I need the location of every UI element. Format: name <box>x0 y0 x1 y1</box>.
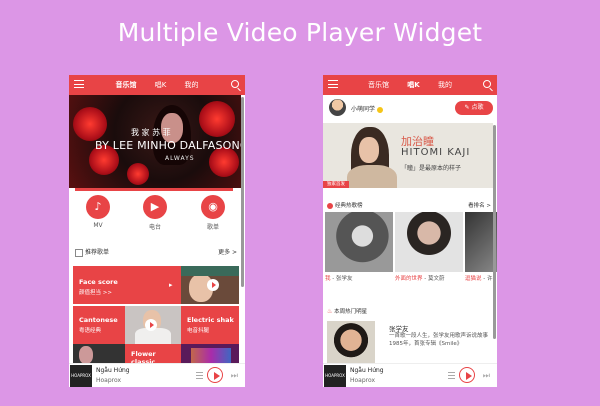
tile-title: Face score <box>79 278 118 286</box>
playlist-icon[interactable] <box>196 372 203 379</box>
song-caption: 我 - 张学友 <box>325 276 353 282</box>
phone-music-hall: 音乐馆 唱K 我的 我 家 苏 菲 BY LEE MINHO DALFASONG… <box>69 75 245 387</box>
featured-banner[interactable]: 我 家 苏 菲 BY LEE MINHO DALFASONG ALWAYS <box>69 95 241 188</box>
tab-karaoke[interactable]: 唱K <box>155 80 167 90</box>
section-title: 本周热门明星 <box>334 309 368 315</box>
tab-music-hall[interactable]: 音乐馆 <box>115 80 136 90</box>
section-title: 经典热歌榜 <box>335 203 363 209</box>
search-icon[interactable] <box>231 80 239 88</box>
now-playing-artist: Hoaprox <box>350 377 376 384</box>
mini-player: HOAPROX Ngẫu Hứng Hoaprox ⏭ <box>323 363 497 387</box>
user-name: 小萌同学 <box>351 104 384 113</box>
more-link[interactable]: 更多 > <box>218 247 237 256</box>
song-cover[interactable]: 外面的世界 - 莫文蔚 <box>395 212 463 282</box>
now-playing-artist: Hoaprox <box>96 377 122 384</box>
album-art[interactable]: HOAPROX <box>70 365 92 387</box>
exclusive-badge: 独家首发 <box>323 181 349 188</box>
featured-banner[interactable]: 加治瞳 HITOMI KAJI 「瞳」是最原本的样子 独家首发 <box>323 123 493 188</box>
banner-en-title: HITOMI KAJI <box>401 147 471 158</box>
tab-mine[interactable]: 我的 <box>185 80 199 90</box>
quick-link-label: 电台 <box>148 224 161 231</box>
tab-music-hall[interactable]: 音乐馆 <box>368 80 389 90</box>
playlist-tile-photo[interactable] <box>181 266 239 304</box>
playlist-tile[interactable]: Face score 颜值担当 >> ▸ <box>73 266 181 304</box>
tab-karaoke[interactable]: 唱K <box>407 80 419 90</box>
user-name-text: 小萌同学 <box>351 106 376 113</box>
tile-title: Cantonese <box>79 316 118 324</box>
banner-cn-title: 我 家 苏 菲 <box>131 128 171 137</box>
nav-tabs: 音乐馆 唱K 我的 <box>323 80 497 90</box>
banner-subtitle: 「瞳」是最原本的样子 <box>401 165 462 172</box>
top-nav-bar: 音乐馆 唱K 我的 <box>69 75 245 95</box>
next-icon[interactable]: ⏭ <box>483 371 490 381</box>
mini-player: HOAPROX Ngẫu Hứng Hoaprox ⏭ <box>69 363 245 387</box>
quick-link-mv[interactable]: ♪ MV <box>83 195 113 229</box>
artist-description: 一首歌一段人生，张学友用歌声诉说故事 1985年，首张专辑《Smile》 <box>389 333 489 347</box>
song-caption: 外面的世界 - 莫文蔚 <box>395 276 445 282</box>
checkbox-icon <box>75 248 83 257</box>
tab-mine[interactable]: 我的 <box>438 80 452 90</box>
request-song-button[interactable]: ✎ 点歌 <box>455 101 493 115</box>
banner-subtitle: ALWAYS <box>165 155 195 162</box>
section-title: 推荐歌单 <box>85 249 110 256</box>
quick-link-label: 歌单 <box>206 224 219 231</box>
tile-subtitle: 颜值担当 >> <box>79 290 112 296</box>
search-icon[interactable] <box>483 80 491 88</box>
quick-link-playlist[interactable]: ◉ 歌单 <box>198 195 228 231</box>
now-playing-song: Ngẫu Hứng <box>96 367 130 374</box>
playlist-grid: Face score 颜值担当 >> ▸ Cantonese 粤语经典 Elec… <box>73 266 239 366</box>
playlist-tile[interactable]: Electric shak 电音抖腿 <box>181 306 239 344</box>
ranking-link[interactable]: 看排名 > <box>468 201 491 209</box>
playlist-tile[interactable]: Cantonese 粤语经典 <box>73 306 125 344</box>
classic-chart-header: 经典热歌榜 看排名 > <box>327 201 491 211</box>
play-button[interactable] <box>459 367 475 383</box>
music-note-icon: ♪ <box>86 195 110 219</box>
quick-link-label: MV <box>93 222 103 229</box>
playlist-icon[interactable] <box>448 372 455 379</box>
album-art[interactable]: HOAPROX <box>324 365 346 387</box>
banner-indicator <box>75 188 233 191</box>
play-icon[interactable] <box>145 319 157 331</box>
tile-subtitle: 粤语经典 <box>79 328 102 334</box>
now-playing-song: Ngẫu Hứng <box>350 367 384 374</box>
fire-icon: ♨ <box>327 308 333 315</box>
top-nav-bar: 音乐馆 唱K 我的 <box>323 75 497 95</box>
video-icon: ▶ <box>143 195 167 219</box>
page-title: Multiple Video Player Widget <box>117 18 483 47</box>
artist-name: 张学友 <box>389 325 409 333</box>
song-covers: 我 - 张学友 外面的世界 - 莫文蔚 逗猫说 - 许 <box>325 212 497 282</box>
nav-tabs: 音乐馆 唱K 我的 <box>69 80 245 90</box>
artist-photo[interactable] <box>327 321 375 369</box>
tile-subtitle: 电音抖腿 <box>187 328 210 334</box>
song-caption: 逗猫说 - 许 <box>465 276 493 282</box>
chart-icon <box>327 202 333 209</box>
phone-karaoke: 音乐馆 唱K 我的 小萌同学 ✎ 点歌 加治瞳 HITOMI KAJI 「瞳」是… <box>323 75 497 387</box>
play-button[interactable] <box>207 367 223 383</box>
quick-link-radio[interactable]: ▶ 电台 <box>140 195 170 231</box>
radio-icon: ◉ <box>201 195 225 219</box>
scrollbar[interactable] <box>493 125 496 339</box>
tile-title: Electric shak <box>187 316 234 324</box>
hot-artists-header: ♨ 本周热门明星 <box>327 307 491 317</box>
arrow-icon: ▸ <box>169 281 173 289</box>
next-icon[interactable]: ⏭ <box>231 371 238 381</box>
recommended-playlists-header: 推荐歌单 更多 > <box>75 247 237 257</box>
scrollbar[interactable] <box>241 97 244 287</box>
play-icon[interactable] <box>207 279 219 291</box>
banner-en-title: BY LEE MINHO DALFASONG <box>95 139 241 152</box>
song-cover[interactable]: 我 - 张学友 <box>325 212 393 282</box>
playlist-tile-photo[interactable] <box>125 306 181 344</box>
avatar[interactable] <box>329 99 346 116</box>
emoji-icon <box>377 106 384 113</box>
user-bar: 小萌同学 ✎ 点歌 <box>323 95 497 121</box>
